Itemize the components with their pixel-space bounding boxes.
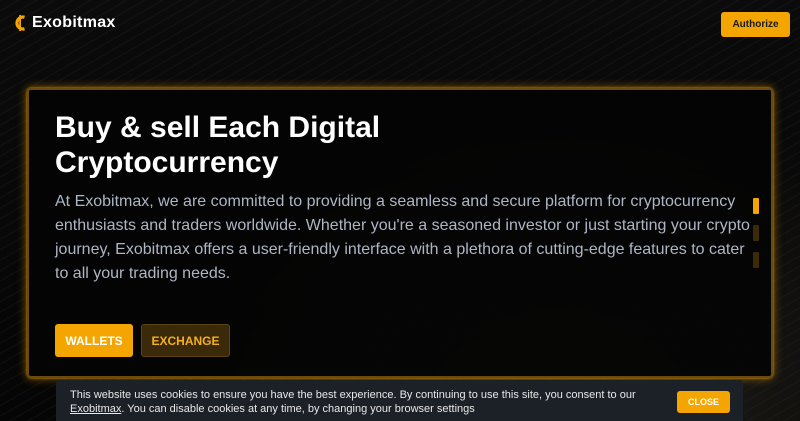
cookie-close-button[interactable]: CLOSE — [677, 391, 730, 413]
site-header: Exobitmax Authorize — [0, 0, 800, 50]
cookie-text-end: . You can disable cookies at any time, b… — [121, 403, 475, 415]
slider-dot-2[interactable] — [753, 225, 759, 241]
cookie-text-start: This website uses cookies to ensure you … — [70, 389, 636, 401]
brand-name: Exobitmax — [32, 14, 116, 31]
brand-logo[interactable]: Exobitmax — [13, 13, 116, 33]
hero-card: Buy & sell Each Digital Cryptocurrency A… — [27, 88, 773, 378]
slider-dot-1[interactable] — [753, 198, 759, 214]
cookie-policy-link[interactable]: Exobitmax — [70, 403, 121, 415]
hero-description: At Exobitmax, we are committed to provid… — [55, 193, 750, 282]
hero-title: Buy & sell Each Digital Cryptocurrency — [55, 111, 381, 179]
cookie-banner: This website uses cookies to ensure you … — [56, 380, 743, 421]
slider-indicators — [753, 198, 761, 279]
authorize-button[interactable]: Authorize — [721, 12, 790, 37]
page: Exobitmax Authorize Buy & sell Each Digi… — [0, 0, 800, 421]
exchange-button[interactable]: EXCHANGE — [141, 324, 230, 357]
wallets-button[interactable]: WALLETS — [55, 324, 133, 357]
cookie-message: This website uses cookies to ensure you … — [70, 388, 650, 416]
exobitmax-logo-icon — [15, 15, 25, 31]
slider-dot-3[interactable] — [753, 252, 759, 268]
